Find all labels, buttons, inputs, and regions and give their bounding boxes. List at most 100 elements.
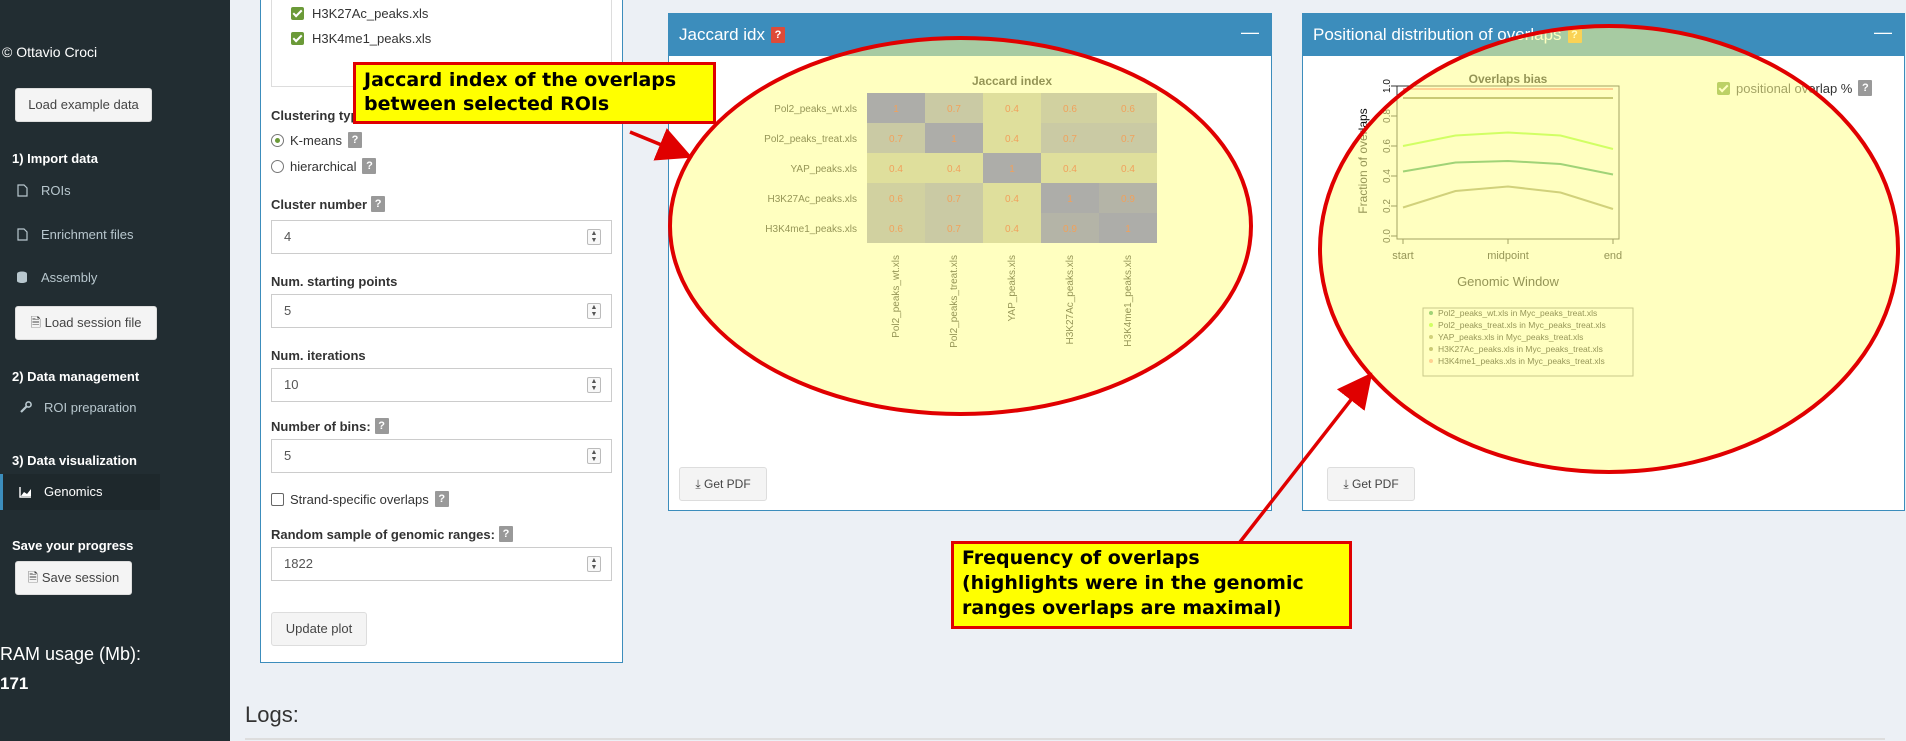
starting-points-label: Num. starting points (271, 274, 397, 289)
positional-box: Positional distribution of overlaps ? — … (1302, 13, 1905, 511)
y-tick-label: 0.6 (1382, 139, 1393, 153)
help-icon[interactable]: ? (1858, 80, 1873, 96)
help-icon[interactable]: ? (1567, 27, 1582, 43)
heatmap-cell-label: 1 (893, 104, 899, 115)
roi-checkbox-h3k4me1[interactable]: H3K4me1_peaks.xls (291, 31, 431, 46)
roi-checkbox-h3k27ac[interactable]: H3K27Ac_peaks.xls (291, 6, 428, 21)
spinner-icon[interactable]: ▲ ▼ (587, 448, 601, 464)
label-text: Number of bins: (271, 418, 371, 434)
heatmap-cell-label: 0.4 (1005, 194, 1019, 205)
legend-marker (1429, 359, 1433, 363)
help-icon[interactable]: ? (374, 418, 389, 434)
heatmap-cell-label: 0.4 (1005, 104, 1019, 115)
checkbox-checked-icon[interactable] (291, 7, 304, 20)
sidebar-item-roi-preparation[interactable]: ROI preparation (18, 400, 137, 415)
sidebar-item-rois[interactable]: ROIs (15, 183, 71, 198)
ram-usage-label: RAM usage (Mb): (0, 644, 142, 664)
load-session-button[interactable]: 🗎 Load session file (15, 306, 157, 340)
heatmap-cell-label: 0.4 (1063, 164, 1077, 175)
heatmap-row-label: YAP_peaks.xls (790, 164, 857, 175)
label-text: Random sample of genomic ranges: (271, 526, 495, 542)
checkbox-checked-icon[interactable] (291, 32, 304, 45)
jaccard-heatmap: Jaccard index 1 0.7 0.4 0.6 0.6 Pol2_peaks_wt.… (764, 74, 1157, 348)
random-sample-input[interactable]: 1822 ▲ ▼ (271, 547, 612, 581)
legend-entry: Pol2_peaks_wt.xls in Myc_peaks_treat.xls (1438, 308, 1597, 318)
help-icon[interactable]: ? (498, 526, 513, 542)
box-title: Jaccard idx (679, 25, 765, 44)
radio-hierarchical[interactable]: hierarchical ? (271, 158, 377, 174)
heatmap-cell-label: 1 (1009, 164, 1015, 175)
database-icon (15, 271, 29, 285)
save-session-button[interactable]: 🗎 Save session (15, 561, 132, 595)
input-value: 5 (284, 303, 292, 318)
radio-unselected-icon[interactable] (271, 159, 284, 173)
callout-text-line: between selected ROIs (364, 93, 610, 115)
minimize-icon[interactable]: — (1241, 22, 1259, 43)
sidebar-item-label: ROIs (41, 183, 71, 198)
heatmap-column-label: Pol2_peaks_treat.xls (949, 255, 960, 348)
heatmap-cell-label: 0.7 (947, 224, 961, 235)
heatmap-row-label: H3K4me1_peaks.xls (765, 224, 857, 235)
load-example-button[interactable]: Load example data (15, 88, 152, 122)
x-tick-label: end (1604, 250, 1622, 262)
positional-get-pdf-button[interactable]: ⤓ Get PDF (1327, 467, 1415, 501)
update-plot-button[interactable]: Update plot (271, 612, 367, 646)
heatmap-cell-label: 0.4 (1005, 224, 1019, 235)
radio-selected-icon[interactable] (271, 133, 284, 147)
heatmap-cell-label: 0.4 (947, 164, 961, 175)
heatmap-cell-label: 0.9 (1063, 224, 1077, 235)
label-text: Num. iterations (271, 348, 366, 363)
iterations-input[interactable]: 10 ▲ ▼ (271, 368, 612, 402)
callout-text-line: ranges overlaps are maximal) (962, 597, 1282, 619)
overlaps-bias-chart: Overlaps bias 0.0 0.2 0.4 0.6 0.8 1.0 start midp… (1356, 72, 1634, 377)
checkbox-checked-icon[interactable] (1717, 81, 1730, 95)
help-icon[interactable]: ? (434, 491, 449, 507)
spinner-icon[interactable]: ▲ ▼ (587, 377, 601, 393)
spinner-icon[interactable]: ▲ ▼ (587, 229, 601, 245)
radio-kmeans[interactable]: K-means ? (271, 132, 363, 148)
heatmap-cell-label: 0.7 (947, 194, 961, 205)
checkbox-unchecked-icon[interactable] (271, 492, 284, 506)
starting-points-input[interactable]: 5 ▲ ▼ (271, 294, 612, 328)
minimize-icon[interactable]: — (1874, 22, 1892, 43)
spinner-icon[interactable]: ▲ ▼ (587, 556, 601, 572)
callout-line: Frequency of overlaps (highlights were in… (962, 546, 1341, 621)
heatmap-cell-label: 0.6 (1121, 104, 1135, 115)
sidebar-item-label: ROI preparation (44, 400, 137, 415)
y-tick-label: 0.2 (1382, 199, 1393, 213)
help-icon[interactable]: ? (348, 132, 363, 148)
callout-line: Jaccard index of the overlaps between sel… (364, 68, 705, 116)
heatmap-cell-label: 0.7 (947, 104, 961, 115)
jaccard-get-pdf-button[interactable]: ⤓ Get PDF (679, 467, 767, 501)
input-value: 10 (284, 377, 299, 392)
spinner-icon[interactable]: ▲ ▼ (587, 303, 601, 319)
label-text: Num. starting points (271, 274, 398, 289)
plot-frame (1396, 85, 1620, 240)
legend-entry: Pol2_peaks_treat.xls in Myc_peaks_treat.… (1438, 320, 1606, 330)
help-icon[interactable]: ? (362, 158, 377, 174)
heatmap-cell-label: 0.4 (1005, 134, 1019, 145)
ram-usage-value: 171 (0, 674, 29, 693)
cluster-number-input[interactable]: 4 ▲ ▼ (271, 220, 612, 254)
heatmap-cell-label: 0.6 (1063, 104, 1077, 115)
strand-specific-checkbox[interactable]: Strand-specific overlaps ? (271, 491, 449, 507)
sidebar-item-assembly[interactable]: Assembly (15, 270, 97, 285)
area-chart-icon (18, 485, 32, 499)
callout-text-line: Jaccard index of the overlaps (364, 69, 677, 91)
legend-marker (1429, 335, 1433, 339)
help-icon[interactable]: ? (371, 196, 386, 212)
jaccard-box-header: Jaccard idx ? — (669, 14, 1271, 56)
clustering-type-label: Clustering type (271, 108, 366, 123)
section-import-header: 1) Import data (12, 151, 98, 166)
heatmap-cell-label: 0.6 (889, 194, 903, 205)
sidebar: © Ottavio Croci Load example data 1) Imp… (0, 0, 230, 741)
section-visualization-header: 3) Data visualization (12, 453, 137, 468)
chart-title: Overlaps bias (1469, 72, 1548, 86)
sidebar-item-enrichment-files[interactable]: Enrichment files (15, 227, 133, 242)
help-icon[interactable]: ? (770, 27, 785, 43)
heatmap-column-label: H3K4me1_peaks.xls (1123, 255, 1134, 347)
bins-input[interactable]: 5 ▲ ▼ (271, 439, 612, 473)
label-text: Clustering type (271, 108, 366, 123)
sidebar-item-genomics[interactable]: Genomics (0, 474, 160, 510)
positional-overlap-checkbox[interactable]: positional overlap % ? (1717, 80, 1873, 96)
